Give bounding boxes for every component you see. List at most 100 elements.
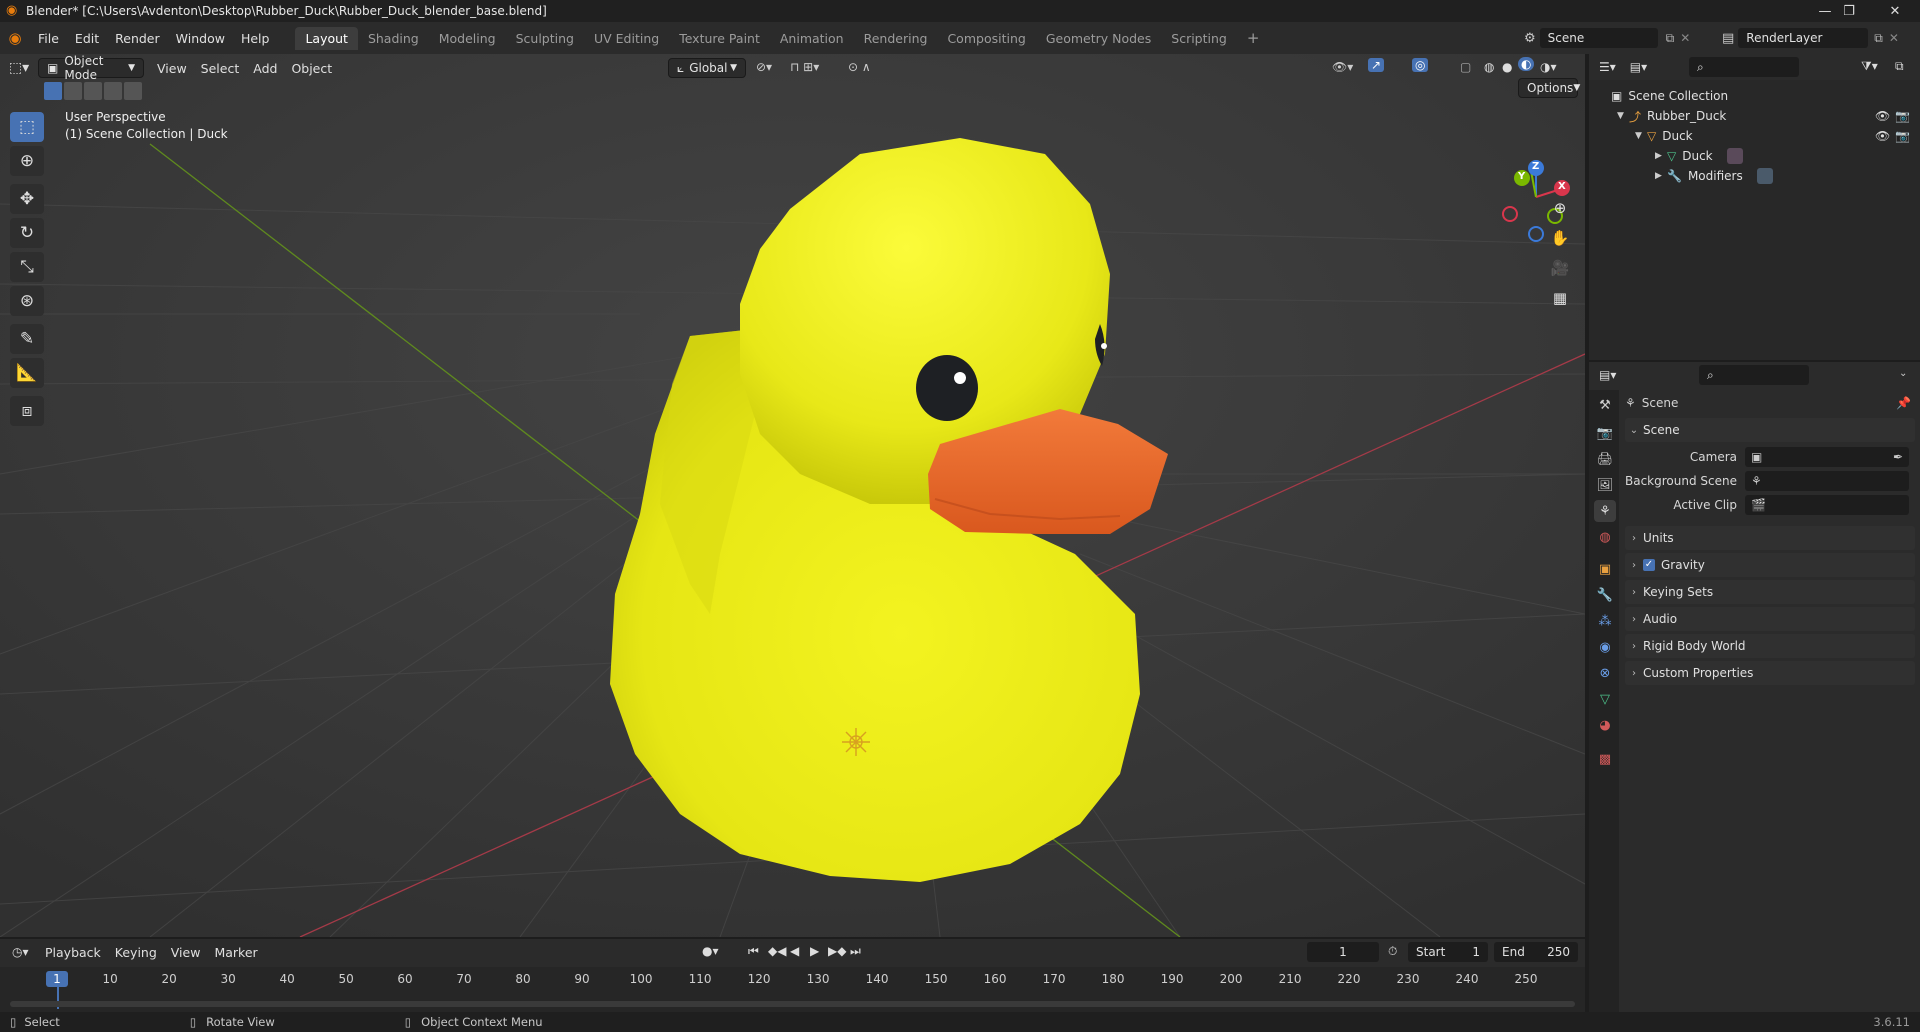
menu-window[interactable]: Window [168,31,233,46]
cursor-tool[interactable]: ⊕ [10,146,44,176]
select-intersect-icon[interactable] [124,82,142,100]
physics-tab-icon[interactable]: ◉ [1594,636,1616,658]
data-tab-icon[interactable]: ▽ [1594,688,1616,710]
menu-view[interactable]: View [150,61,194,76]
menu-marker[interactable]: Marker [207,945,264,960]
gizmo-x-label[interactable]: X [1558,181,1566,192]
close-button[interactable]: ✕ [1872,0,1918,22]
outliner-editor-icon[interactable]: ☰▾ [1599,60,1616,74]
wireframe-shading-icon[interactable]: ◍ [1484,60,1494,74]
outliner-row-rubber-duck[interactable]: ▼ ⤴ Rubber_Duck 👁 📷 [1589,106,1920,126]
object-tab-icon[interactable]: ▣ [1594,558,1616,580]
tab-layout[interactable]: Layout [295,26,358,50]
outliner-row-duck-object[interactable]: ▼ ▽ Duck 👁 📷 [1589,126,1920,146]
tab-rendering[interactable]: Rendering [854,27,938,50]
rotate-tool[interactable]: ↻ [10,218,44,248]
render-layer-icon[interactable]: ▤ [1722,31,1734,46]
new-collection-icon[interactable]: ⧉ [1895,59,1904,74]
next-keyframe-icon[interactable]: ▶◆ [828,944,846,958]
xray-icon[interactable]: ▢ [1460,60,1471,74]
rendered-shading-icon[interactable]: ◑▾ [1540,60,1557,74]
add-cube-tool[interactable]: ⧈ [10,396,44,426]
eye-icon[interactable]: 👁 [1875,109,1890,123]
timeline-editor-icon[interactable]: ◷▾ [12,945,38,959]
3d-viewport[interactable]: Z X Y ⬚▾ ▣ Object Mode ▼ View Select Add… [0,54,1585,937]
gravity-checkbox[interactable]: ✓ [1643,559,1655,571]
menu-playback[interactable]: Playback [38,945,108,960]
record-button-icon[interactable]: ●▾ [702,944,719,958]
camera-field[interactable]: ▣ ✒ [1745,447,1909,467]
end-frame-field[interactable]: End 250 [1494,942,1578,962]
outliner-row-modifiers[interactable]: ▶ 🔧 Modifiers [1589,166,1920,186]
options-dropdown[interactable]: Options ▼ [1518,78,1580,98]
tab-shading[interactable]: Shading [358,27,429,50]
tab-geometry-nodes[interactable]: Geometry Nodes [1036,27,1161,50]
gizmo-toggle-icon[interactable]: ↗ [1368,58,1385,72]
render-layer-selector[interactable]: RenderLayer [1738,28,1869,48]
jump-end-icon[interactable]: ⏭ [850,944,861,959]
move-tool[interactable]: ✥ [10,184,44,214]
outliner-row-duck-mesh[interactable]: ▶ ▽ Duck [1589,146,1920,166]
material-icon[interactable] [1726,148,1743,164]
texture-tab-icon[interactable]: ▩ [1594,748,1616,770]
menu-file[interactable]: File [30,31,67,46]
menu-view[interactable]: View [164,945,208,960]
delete-layer-icon[interactable]: ✕ [1889,31,1899,45]
menu-keying[interactable]: Keying [108,945,164,960]
scene-tab-icon[interactable]: ⚘ [1594,500,1616,522]
background-scene-field[interactable]: ⚘ [1745,471,1909,491]
panel-rigid-body-world[interactable]: › Rigid Body World [1625,634,1915,658]
editor-type-icon[interactable]: ⬚▾ [0,60,38,76]
start-frame-field[interactable]: Start 1 [1408,942,1488,962]
output-tab-icon[interactable]: 🖨 [1594,448,1616,470]
active-clip-field[interactable]: 🎬 [1745,495,1909,515]
chevron-down-icon[interactable]: ⌄ [1899,368,1907,379]
snap-icon[interactable]: ⊓ ⊞▾ [790,60,819,74]
visibility-icon[interactable]: 👁▾ [1332,60,1353,74]
outliner-row-scene-collection[interactable]: ▣ Scene Collection [1589,86,1920,106]
proportional-edit-icon[interactable]: ⊙ ∧ [848,60,871,74]
menu-object[interactable]: Object [284,61,339,76]
world-tab-icon[interactable]: ◍ [1594,526,1616,548]
timeline-scrollbar[interactable] [10,1001,1575,1007]
panel-units[interactable]: › Units [1625,526,1915,550]
modifier-icon[interactable] [1756,168,1773,184]
play-reverse-icon[interactable]: ◀ [790,944,799,958]
prev-keyframe-icon[interactable]: ◆◀ [768,944,786,958]
overlay-toggle-icon[interactable]: ◎ [1412,58,1429,72]
scene-selector[interactable]: Scene [1539,28,1658,48]
material-shading-icon[interactable]: ◐ [1518,57,1535,71]
outliner-search-input[interactable]: ⌕ [1689,57,1799,77]
menu-edit[interactable]: Edit [67,31,107,46]
add-workspace-button[interactable]: + [1237,25,1270,51]
solid-shading-icon[interactable]: ● [1502,60,1512,74]
transform-tool[interactable]: ⊛ [10,286,44,316]
camera-render-icon[interactable]: 📷 [1895,129,1910,143]
annotate-tool[interactable]: ✎ [10,324,44,354]
filter-icon[interactable]: ⧩▾ [1861,59,1878,74]
pin-icon[interactable]: 📌 [1896,396,1911,410]
perspective-grid-icon[interactable]: ▦ [1546,284,1574,312]
camera-render-icon[interactable]: 📷 [1895,109,1910,123]
object-mode-dropdown[interactable]: ▣ Object Mode ▼ [38,54,144,82]
expand-toggle-icon[interactable]: ▼ [1635,131,1647,141]
stopwatch-icon[interactable]: ⏱ [1388,944,1397,959]
expand-toggle-icon[interactable]: ▶ [1655,151,1667,161]
restore-button[interactable]: ❐ [1826,0,1872,22]
current-frame-field[interactable]: 1 [1307,942,1379,962]
menu-render[interactable]: Render [107,31,168,46]
tab-compositing[interactable]: Compositing [937,27,1035,50]
modifier-tab-icon[interactable]: 🔧 [1594,584,1616,606]
measure-tool[interactable]: 📐 [10,358,44,388]
gizmo-z-label[interactable]: Z [1532,161,1539,172]
delete-scene-icon[interactable]: ✕ [1680,31,1690,45]
tab-scripting[interactable]: Scripting [1161,27,1237,50]
pivot-point-icon[interactable]: ⊘▾ [756,60,772,74]
play-icon[interactable]: ▶ [810,944,819,958]
eye-icon[interactable]: 👁 [1875,129,1890,143]
tool-tab-icon[interactable]: ⚒ [1594,394,1616,416]
panel-gravity[interactable]: › ✓ Gravity [1625,553,1915,577]
panel-keying-sets[interactable]: › Keying Sets [1625,580,1915,604]
blender-menu-icon[interactable]: ◉ [0,29,30,47]
tab-animation[interactable]: Animation [770,27,854,50]
